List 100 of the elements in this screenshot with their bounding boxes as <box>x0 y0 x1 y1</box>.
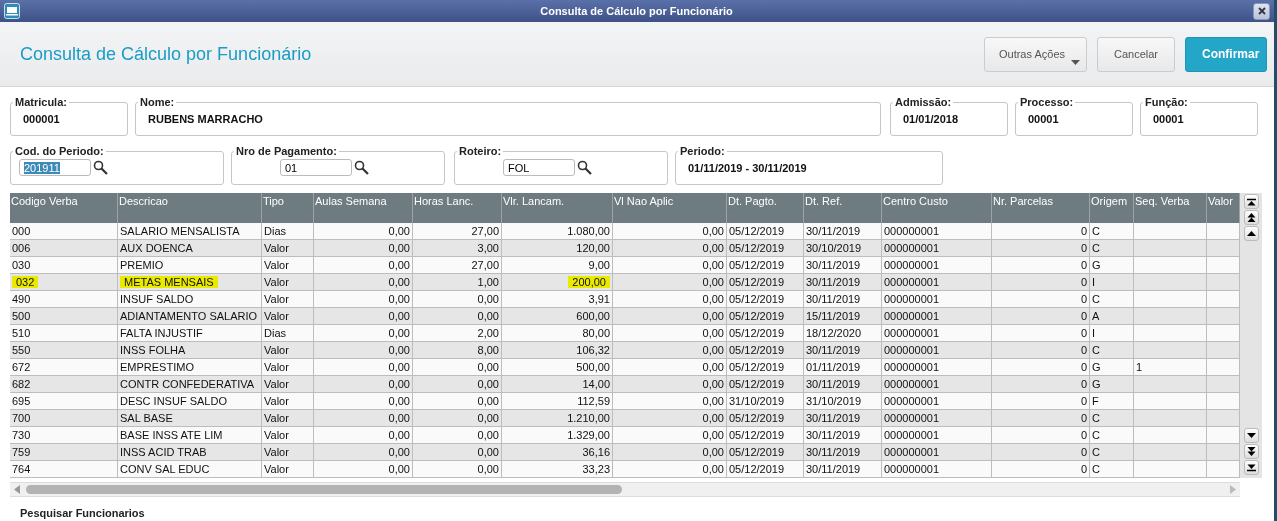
table-cell: 0,00 <box>314 376 413 392</box>
table-cell: Valor <box>262 308 314 324</box>
table-cell: C <box>1090 291 1134 307</box>
cancel-button[interactable]: Cancelar <box>1097 36 1175 72</box>
scroll-bottom-button[interactable] <box>1243 460 1259 475</box>
table-cell: G <box>1090 257 1134 273</box>
table-cell: 0,00 <box>314 461 413 477</box>
table-cell: 1.080,00 <box>502 223 613 239</box>
table-cell: CONTR CONFEDERATIVA <box>118 376 262 392</box>
table-cell: 0,00 <box>413 461 502 477</box>
search-icon[interactable] <box>577 160 592 175</box>
table-cell: 000000001 <box>882 359 992 375</box>
table-cell: INSS ACID TRAB <box>118 444 262 460</box>
table-cell: 000000001 <box>882 427 992 443</box>
table-cell: DESC INSUF SALDO <box>118 393 262 409</box>
confirm-button[interactable]: Confirmar <box>1185 36 1267 72</box>
scrollbar-thumb[interactable] <box>26 485 622 494</box>
actions-menu-button[interactable]: Outras Ações <box>984 36 1087 72</box>
table-cell: 0,00 <box>613 359 727 375</box>
table-cell: 000000001 <box>882 240 992 256</box>
table-cell: 05/12/2019 <box>727 376 804 392</box>
table-cell: 9,00 <box>502 257 613 273</box>
table-cell: 8,00 <box>413 342 502 358</box>
table-cell: 0,00 <box>413 308 502 324</box>
table-cell: 30/11/2019 <box>804 410 882 426</box>
scroll-down-button[interactable] <box>1243 428 1259 443</box>
table-cell: 0 <box>992 325 1090 341</box>
search-icon[interactable] <box>354 160 369 175</box>
table-cell: PREMIO <box>118 257 262 273</box>
page-up-button[interactable] <box>1243 210 1259 225</box>
table-cell: 510 <box>10 325 118 341</box>
table-cell: 3,00 <box>413 240 502 256</box>
scroll-bottom-icon <box>1246 463 1256 472</box>
table-cell: 682 <box>10 376 118 392</box>
table-cell: 0,00 <box>613 291 727 307</box>
table-cell: 14,00 <box>502 376 613 392</box>
field-value: RUBENS MARRACHO <box>147 112 263 125</box>
table-cell: 0,00 <box>413 393 502 409</box>
table-cell: 30/11/2019 <box>804 291 882 307</box>
table-cell: 0 <box>992 274 1090 290</box>
table-cell: 05/12/2019 <box>727 291 804 307</box>
field-label: Nro de Pagamento: <box>235 145 338 157</box>
scroll-up-button[interactable] <box>1243 226 1259 241</box>
table-cell: 30/10/2019 <box>804 240 882 256</box>
table-cell: 0,00 <box>613 376 727 392</box>
table-cell: C <box>1090 223 1134 239</box>
table-cell: 0,00 <box>613 325 727 341</box>
table-cell: 672 <box>10 359 118 375</box>
table-cell: 05/12/2019 <box>727 308 804 324</box>
table-cell: 1.210,00 <box>502 410 613 426</box>
table-cell: C <box>1090 410 1134 426</box>
table-cell: 0,00 <box>613 240 727 256</box>
field-label: Cod. do Periodo: <box>14 145 105 157</box>
table-cell: 1,00 <box>413 274 502 290</box>
table-cell: 0,00 <box>613 342 727 358</box>
table-cell: 0,00 <box>314 291 413 307</box>
window-icon <box>4 3 20 19</box>
caret-icon <box>1071 59 1080 65</box>
table-cell: ADIANTAMENTO SALARIO <box>118 308 262 324</box>
table-cell: I <box>1090 325 1134 341</box>
table-cell: Valor <box>262 240 314 256</box>
table-cell: INSS FOLHA <box>118 342 262 358</box>
table-cell: 112,59 <box>502 393 613 409</box>
field-value: 00001 <box>1027 112 1059 125</box>
table-cell: C <box>1090 444 1134 460</box>
page-down-button[interactable] <box>1243 444 1259 459</box>
table-cell: 0,00 <box>413 359 502 375</box>
close-button[interactable] <box>1253 2 1270 20</box>
horizontal-scrollbar[interactable] <box>10 482 1240 497</box>
table-cell: 000000001 <box>882 308 992 324</box>
table-cell: 759 <box>10 444 118 460</box>
table-cell: 0,00 <box>314 240 413 256</box>
input-field[interactable]: FOL <box>503 159 575 176</box>
field-value: 01/11/2019 - 30/11/2019 <box>687 161 807 174</box>
table-cell: 30/11/2019 <box>804 342 882 358</box>
scroll-top-button[interactable] <box>1243 194 1259 209</box>
table-cell: Valor <box>262 257 314 273</box>
input-field[interactable]: 201911 <box>19 159 91 176</box>
table-cell: 0,00 <box>413 427 502 443</box>
table-cell: SAL BASE <box>118 410 262 426</box>
table-cell: Valor <box>262 376 314 392</box>
table-cell: 0 <box>992 342 1090 358</box>
table-cell: 0,00 <box>314 410 413 426</box>
table-cell: 0 <box>992 410 1090 426</box>
table-cell: G <box>1090 376 1134 392</box>
table-cell: INSUF SALDO <box>118 291 262 307</box>
window-title: Consulta de Cálculo por Funcionário <box>539 5 734 17</box>
field-label: Processo: <box>1019 96 1075 108</box>
table-cell: Valor <box>262 427 314 443</box>
table-cell: 000000001 <box>882 257 992 273</box>
table-cell: 31/10/2019 <box>804 393 882 409</box>
search-icon[interactable] <box>93 160 108 175</box>
table-cell: 0,00 <box>314 223 413 239</box>
table-cell: 30/11/2019 <box>804 376 882 392</box>
double-down-arrow-icon <box>1246 447 1256 456</box>
input-field[interactable]: 01 <box>280 159 352 176</box>
table-cell: 0 <box>992 393 1090 409</box>
table-cell: 000000001 <box>882 342 992 358</box>
table-cell: 000000001 <box>882 444 992 460</box>
table-cell: 106,32 <box>502 342 613 358</box>
